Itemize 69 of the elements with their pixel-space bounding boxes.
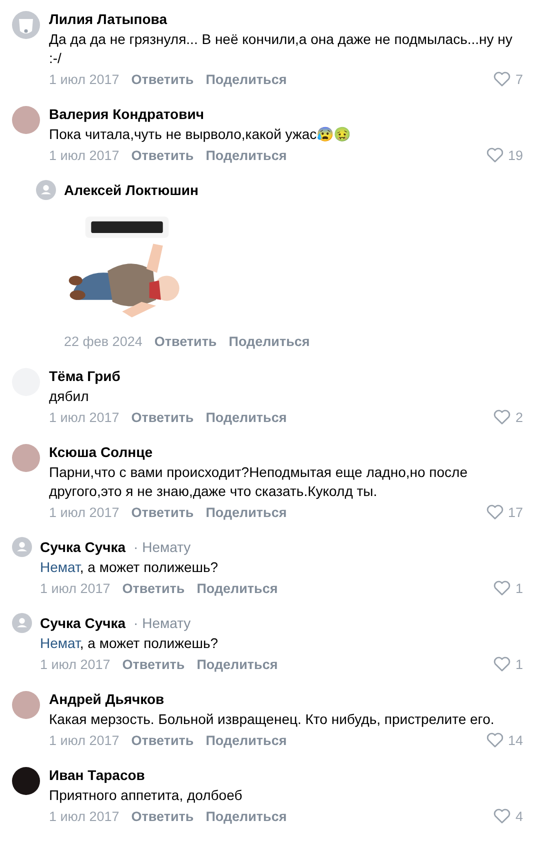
- author-name[interactable]: Андрей Дьячков: [49, 691, 164, 707]
- share-link[interactable]: Поделиться: [206, 72, 287, 86]
- author-name[interactable]: Иван Тарасов: [49, 767, 145, 783]
- like-count: 4: [515, 808, 523, 824]
- reply-link[interactable]: Ответить: [131, 504, 194, 520]
- heart-icon[interactable]: [493, 656, 512, 672]
- like-count: 2: [515, 410, 523, 424]
- mention-link[interactable]: Немат: [40, 559, 80, 575]
- reply-link[interactable]: Ответить: [131, 808, 194, 824]
- like-count: 17: [508, 504, 523, 520]
- share-link[interactable]: Поделиться: [206, 504, 287, 520]
- reply-link[interactable]: Ответить: [131, 732, 194, 748]
- comment-text: дябил: [49, 387, 90, 406]
- dog-avatar-icon[interactable]: [12, 11, 40, 39]
- reply-link[interactable]: Ответить: [131, 148, 194, 162]
- author-name[interactable]: Сучка Сучка: [40, 615, 126, 631]
- comment-date: 1 июл 2017: [49, 808, 120, 824]
- comment-date: 1 июл 2017: [49, 732, 120, 748]
- like-count: 14: [508, 732, 523, 748]
- reply-to-name[interactable]: · Немату: [134, 615, 191, 631]
- comment-date: 1 июл 2017: [49, 504, 120, 520]
- author-name[interactable]: Алексей Локтюшин: [64, 182, 198, 198]
- heart-icon[interactable]: [486, 504, 504, 520]
- comment-date: 1 июл 2017: [49, 410, 120, 424]
- reply-link[interactable]: Ответить: [122, 656, 185, 672]
- share-link[interactable]: Поделиться: [206, 148, 287, 162]
- share-link[interactable]: Поделиться: [196, 580, 278, 596]
- heart-icon[interactable]: [493, 71, 512, 87]
- avatar[interactable]: [12, 767, 40, 795]
- like-count: 1: [515, 580, 523, 596]
- comment-text: Да да да не грязнуля... В неё кончили,а она даже не подмылась...ну ну :-/: [49, 30, 514, 68]
- reply-link[interactable]: Ответить: [122, 580, 185, 596]
- comment-date: 1 июл 2017: [40, 656, 110, 672]
- share-link[interactable]: Поделиться: [206, 410, 287, 424]
- share-link[interactable]: Поделиться: [206, 732, 287, 748]
- comment-date: 1 июл 2017: [49, 148, 120, 162]
- comment-date: 1 июл 2017: [49, 72, 120, 86]
- comment-text: Пока читала,чуть не вырволо,какой ужас😰🤢: [49, 125, 352, 144]
- heart-icon[interactable]: [486, 732, 504, 748]
- comment-text: Какая мерзость. Больной извращенец. Кто нибудь, пристрелите его.: [49, 710, 496, 729]
- comment-text: Приятного аппетита, долбоеб: [49, 786, 244, 805]
- heart-icon[interactable]: [493, 409, 512, 425]
- comment-date: 22 фев 2024: [64, 334, 142, 348]
- avatar-placeholder-icon[interactable]: [12, 613, 32, 633]
- heart-icon[interactable]: [493, 808, 512, 824]
- heart-icon[interactable]: [486, 147, 504, 163]
- author-name[interactable]: Тёма Гриб: [49, 368, 120, 384]
- share-link[interactable]: Поделиться: [228, 334, 310, 348]
- author-name[interactable]: Ксюша Солнце: [49, 444, 153, 460]
- share-link[interactable]: Поделиться: [196, 656, 278, 672]
- author-name[interactable]: Лилия Латыпова: [49, 11, 167, 27]
- avatar-placeholder-icon[interactable]: [36, 180, 56, 200]
- comment-text: Парни,что с вами происходит?Неподмытая еще ладно,но после другого,это я не знаю,даже что сказать.Куколд ты.: [49, 463, 468, 501]
- avatar-placeholder-icon[interactable]: [12, 537, 32, 557]
- like-count: 19: [508, 148, 523, 162]
- heart-icon[interactable]: [493, 580, 512, 596]
- comment-text: Немат, а может полижешь?: [40, 634, 220, 653]
- reply-to-name[interactable]: · Немату: [134, 539, 191, 555]
- author-name[interactable]: Сучка Сучка: [40, 539, 126, 555]
- author-name[interactable]: Валерия Кондратович: [49, 106, 204, 122]
- reply-link[interactable]: Ответить: [131, 72, 194, 86]
- share-link[interactable]: Поделиться: [206, 808, 287, 824]
- like-count: 7: [515, 72, 523, 86]
- reply-link[interactable]: Ответить: [154, 334, 217, 348]
- mention-link[interactable]: Немат: [40, 635, 80, 651]
- reply-link[interactable]: Ответить: [131, 410, 194, 424]
- comment-text: Немат, а может полижешь?: [40, 558, 220, 577]
- like-count: 1: [515, 656, 523, 672]
- comment-date: 1 июл 2017: [40, 580, 110, 596]
